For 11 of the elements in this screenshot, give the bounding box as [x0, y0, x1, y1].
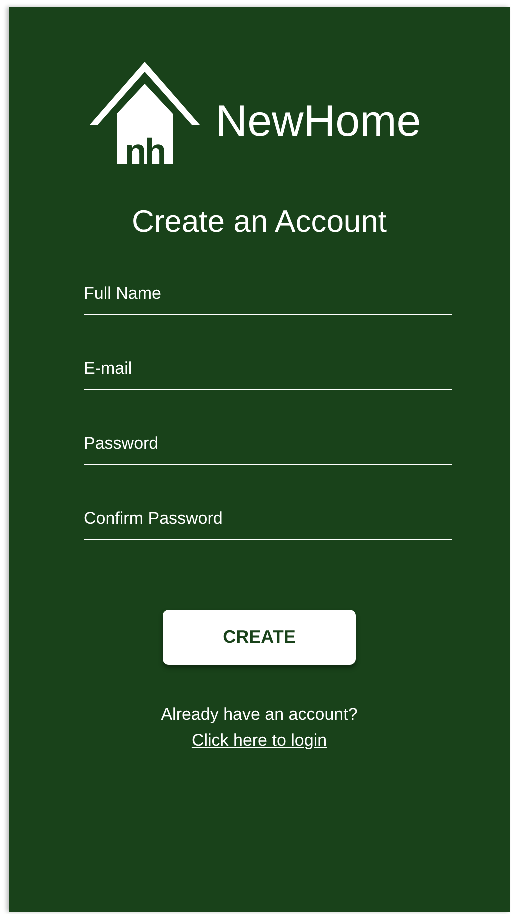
login-link[interactable]: Click here to login: [192, 731, 328, 751]
input-field[interactable]: Password: [84, 426, 452, 465]
create-button[interactable]: CREATE: [163, 610, 356, 665]
logo-mark: nh: [124, 134, 166, 170]
input-field[interactable]: Confirm Password: [84, 501, 452, 540]
brand-name: NewHome: [216, 97, 422, 147]
house-icon: [90, 62, 200, 164]
page-title: Create an Account: [132, 204, 388, 240]
account-prompt: Already have an account?: [161, 705, 358, 725]
input-field[interactable]: E-mail: [84, 351, 452, 390]
input-field[interactable]: Full Name: [84, 276, 452, 315]
